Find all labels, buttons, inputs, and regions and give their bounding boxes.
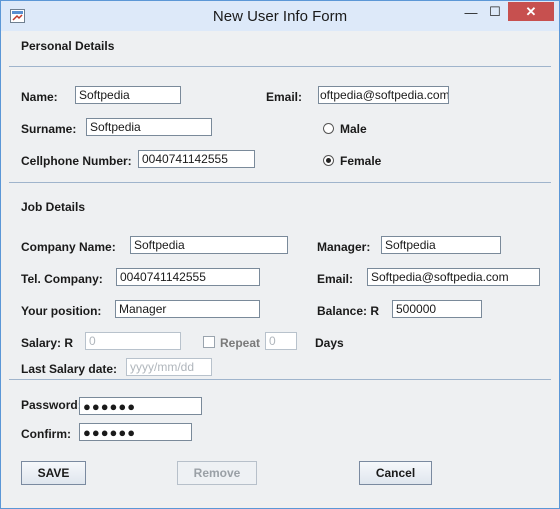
password-field[interactable]: ●●●●●● [79, 397, 202, 415]
personal-details-heading: Personal Details [21, 39, 115, 53]
tel-company-label: Tel. Company: [21, 272, 103, 286]
maximize-button[interactable]: ☐ [483, 2, 507, 22]
cancel-button[interactable]: Cancel [359, 461, 432, 485]
surname-field[interactable]: Softpedia [86, 118, 212, 136]
password-label: Password: [21, 398, 82, 412]
manager-label: Manager: [317, 240, 371, 254]
male-radio-label[interactable]: Male [340, 122, 367, 136]
email-label: Email: [266, 90, 303, 104]
job-email-label: Email: [317, 272, 354, 286]
section-divider [9, 66, 551, 67]
section-divider [9, 379, 551, 380]
surname-label: Surname: [21, 122, 77, 136]
close-button[interactable]: ✕ [508, 2, 554, 21]
app-window: New User Info Form — ☐ ✕ Personal Detail… [0, 0, 560, 509]
male-radio[interactable] [323, 123, 334, 134]
days-label: Days [315, 336, 344, 350]
balance-field[interactable]: 500000 [392, 300, 482, 318]
tel-company-field[interactable]: 0040741142555 [116, 268, 260, 286]
company-name-field[interactable]: Softpedia [130, 236, 288, 254]
job-email-field[interactable]: Softpedia@softpedia.com [367, 268, 540, 286]
title-bar[interactable]: New User Info Form — ☐ ✕ [1, 1, 559, 31]
manager-field[interactable]: Softpedia [381, 236, 501, 254]
female-radio-label[interactable]: Female [340, 154, 381, 168]
save-button[interactable]: SAVE [21, 461, 86, 485]
salary-field: 0 [85, 332, 181, 350]
salary-label: Salary: R [21, 336, 74, 350]
last-salary-label: Last Salary date: [21, 362, 118, 376]
job-details-heading: Job Details [21, 200, 86, 214]
female-radio[interactable] [323, 155, 334, 166]
position-field[interactable]: Manager [115, 300, 260, 318]
cellphone-label: Cellphone Number: [21, 154, 132, 168]
remove-button: Remove [177, 461, 257, 485]
balance-label: Balance: R [317, 304, 380, 318]
confirm-password-field[interactable]: ●●●●●● [79, 423, 192, 441]
cellphone-field[interactable]: 0040741142555 [138, 150, 255, 168]
position-label: Your position: [21, 304, 102, 318]
radio-selected-dot [326, 158, 331, 163]
confirm-label: Confirm: [21, 427, 71, 441]
section-divider [9, 182, 551, 183]
name-label: Name: [21, 90, 58, 104]
minimize-button[interactable]: — [459, 2, 483, 22]
name-field[interactable]: Softpedia [75, 86, 181, 104]
repeat-checkbox [203, 336, 215, 348]
last-salary-date-field: yyyy/mm/dd [126, 358, 212, 376]
form-content: Personal Details Name: Softpedia Email: … [9, 31, 551, 501]
repeat-days-field: 0 [265, 332, 297, 350]
repeat-label: Repeat [220, 336, 261, 350]
company-name-label: Company Name: [21, 240, 116, 254]
email-field[interactable]: oftpedia@softpedia.com [318, 86, 449, 104]
